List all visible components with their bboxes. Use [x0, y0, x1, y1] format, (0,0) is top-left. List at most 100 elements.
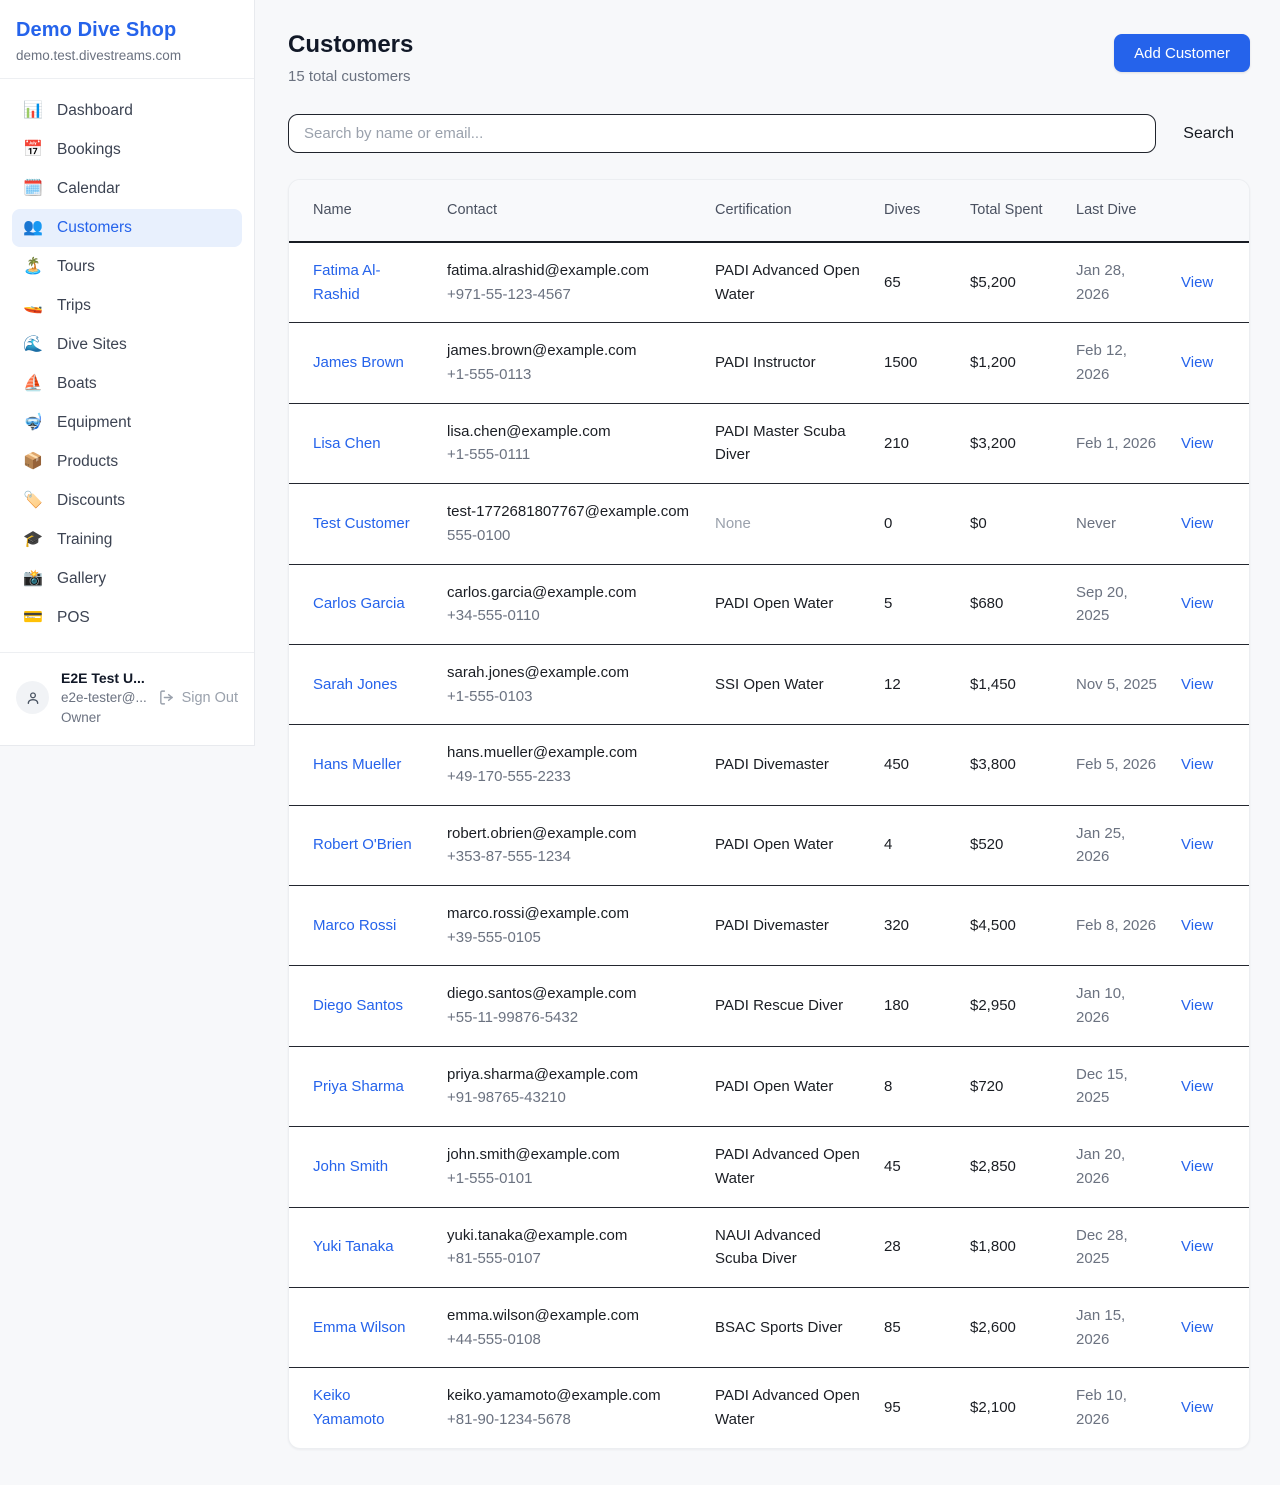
search-button[interactable]: Search — [1156, 125, 1250, 143]
user-info: E2E Test U... e2e-tester@... Owner — [61, 668, 146, 727]
nav-item-icon: 🏝️ — [22, 259, 44, 275]
sidebar-nav-item[interactable]: 🤿 Equipment — [12, 404, 242, 442]
search-row: Search — [288, 114, 1250, 153]
customer-name-link[interactable]: Test Customer — [313, 515, 410, 532]
customer-certification: PADI Open Water — [715, 595, 833, 612]
view-customer-link[interactable]: View — [1181, 435, 1213, 452]
col-header-name: Name — [289, 180, 435, 242]
sidebar-nav-item[interactable]: 👥 Customers — [12, 209, 242, 247]
search-input[interactable] — [288, 114, 1156, 153]
nav-item-label: Trips — [57, 297, 91, 315]
view-customer-link[interactable]: View — [1181, 595, 1213, 612]
nav-item-icon: 📊 — [22, 103, 44, 119]
sidebar-nav-item[interactable]: 🗓️ Calendar — [12, 170, 242, 208]
customer-row: Diego Santos diego.santos@example.com +5… — [289, 966, 1249, 1046]
customer-phone: +1-555-0113 — [447, 363, 691, 387]
customer-certification: None — [715, 515, 751, 532]
sidebar-nav-item[interactable]: 📊 Dashboard — [12, 92, 242, 130]
nav-item-label: Boats — [57, 375, 97, 393]
view-customer-link[interactable]: View — [1181, 274, 1213, 291]
sidebar-nav-item[interactable]: 🌊 Dive Sites — [12, 326, 242, 364]
customer-name-link[interactable]: Diego Santos — [313, 997, 403, 1014]
sidebar-nav-item[interactable]: 🚤 Trips — [12, 287, 242, 325]
customer-dives: 0 — [884, 515, 892, 532]
sidebar-nav-item[interactable]: 📸 Gallery — [12, 560, 242, 598]
customer-email: john.smith@example.com — [447, 1143, 691, 1167]
customer-row: Sarah Jones sarah.jones@example.com +1-5… — [289, 644, 1249, 724]
view-customer-link[interactable]: View — [1181, 1399, 1213, 1416]
customer-last-dive: Never — [1076, 515, 1116, 532]
customer-name-link[interactable]: Fatima Al-Rashid — [313, 262, 381, 303]
view-customer-link[interactable]: View — [1181, 917, 1213, 934]
sidebar-nav-item[interactable]: ⛵ Boats — [12, 365, 242, 403]
customer-name-link[interactable]: James Brown — [313, 354, 404, 371]
customer-row: Robert O'Brien robert.obrien@example.com… — [289, 805, 1249, 885]
customer-name-link[interactable]: John Smith — [313, 1158, 388, 1175]
customer-email: robert.obrien@example.com — [447, 822, 691, 846]
view-customer-link[interactable]: View — [1181, 515, 1213, 532]
nav-item-icon: 🌊 — [22, 337, 44, 353]
customer-name-link[interactable]: Lisa Chen — [313, 435, 381, 452]
customer-row: John Smith john.smith@example.com +1-555… — [289, 1127, 1249, 1207]
sign-out-label: Sign Out — [182, 690, 238, 706]
nav-item-icon: 💳 — [22, 610, 44, 626]
customer-total-spent: $2,100 — [970, 1399, 1016, 1416]
customer-name-link[interactable]: Emma Wilson — [313, 1319, 406, 1336]
customer-total-spent: $2,600 — [970, 1319, 1016, 1336]
customer-name-link[interactable]: Carlos Garcia — [313, 595, 405, 612]
sidebar-nav-item[interactable]: 🎓 Training — [12, 521, 242, 559]
customer-row: Lisa Chen lisa.chen@example.com +1-555-0… — [289, 403, 1249, 483]
nav-item-icon: 🏷️ — [22, 493, 44, 509]
customer-certification: PADI Rescue Diver — [715, 997, 843, 1014]
customer-row: Priya Sharma priya.sharma@example.com +9… — [289, 1046, 1249, 1126]
sidebar-nav-item[interactable]: 💳 POS — [12, 599, 242, 637]
view-customer-link[interactable]: View — [1181, 997, 1213, 1014]
customer-email: fatima.alrashid@example.com — [447, 259, 691, 283]
customer-dives: 1500 — [884, 354, 917, 371]
view-customer-link[interactable]: View — [1181, 1238, 1213, 1255]
customer-name-link[interactable]: Yuki Tanaka — [313, 1238, 394, 1255]
col-header-dives: Dives — [872, 180, 958, 242]
view-customer-link[interactable]: View — [1181, 354, 1213, 371]
nav-item-icon: ⛵ — [22, 376, 44, 392]
customer-last-dive: Sep 20, 2025 — [1076, 584, 1128, 625]
view-customer-link[interactable]: View — [1181, 756, 1213, 773]
sign-out-button[interactable]: Sign Out — [158, 689, 238, 706]
nav-item-label: Equipment — [57, 414, 131, 432]
customer-phone: +34-555-0110 — [447, 604, 691, 628]
sidebar-nav: 📊 Dashboard 📅 Bookings 🗓️ Calendar 👥 Cus… — [0, 79, 254, 652]
customer-name-link[interactable]: Sarah Jones — [313, 676, 397, 693]
sidebar-nav-item[interactable]: 🏷️ Discounts — [12, 482, 242, 520]
customer-row: Emma Wilson emma.wilson@example.com +44-… — [289, 1287, 1249, 1367]
customers-table: Name Contact Certification Dives Total S… — [289, 180, 1249, 1448]
view-customer-link[interactable]: View — [1181, 1158, 1213, 1175]
customer-certification: PADI Advanced Open Water — [715, 262, 860, 303]
nav-item-icon: 📸 — [22, 571, 44, 587]
view-customer-link[interactable]: View — [1181, 836, 1213, 853]
sidebar-nav-item[interactable]: 📅 Bookings — [12, 131, 242, 169]
customer-last-dive: Jan 15, 2026 — [1076, 1307, 1125, 1348]
add-customer-button[interactable]: Add Customer — [1114, 34, 1250, 72]
view-customer-link[interactable]: View — [1181, 1319, 1213, 1336]
sidebar-nav-item[interactable]: 📦 Products — [12, 443, 242, 481]
customer-name-link[interactable]: Marco Rossi — [313, 917, 396, 934]
nav-item-label: Discounts — [57, 492, 125, 510]
view-customer-link[interactable]: View — [1181, 676, 1213, 693]
customer-name-link[interactable]: Robert O'Brien — [313, 836, 412, 853]
customer-last-dive: Feb 5, 2026 — [1076, 756, 1156, 773]
customer-dives: 85 — [884, 1319, 901, 1336]
customer-certification: BSAC Sports Diver — [715, 1319, 843, 1336]
customer-name-link[interactable]: Priya Sharma — [313, 1078, 404, 1095]
customer-name-link[interactable]: Keiko Yamamoto — [313, 1387, 384, 1428]
sidebar-user-section: E2E Test U... e2e-tester@... Owner Sign … — [0, 652, 254, 745]
user-name: E2E Test U... — [61, 668, 146, 688]
customer-phone: +1-555-0111 — [447, 443, 691, 467]
customer-email: james.brown@example.com — [447, 339, 691, 363]
customer-last-dive: Feb 10, 2026 — [1076, 1387, 1127, 1428]
logout-icon — [158, 689, 175, 706]
view-customer-link[interactable]: View — [1181, 1078, 1213, 1095]
customer-dives: 12 — [884, 676, 901, 693]
nav-item-icon: 🎓 — [22, 532, 44, 548]
customer-name-link[interactable]: Hans Mueller — [313, 756, 401, 773]
sidebar-nav-item[interactable]: 🏝️ Tours — [12, 248, 242, 286]
